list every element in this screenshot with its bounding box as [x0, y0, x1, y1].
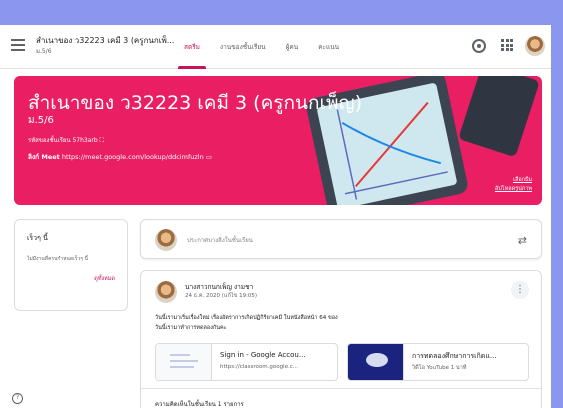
repost-icon[interactable]: ⇄	[518, 234, 527, 247]
meet-label: ลิงก์ Meet	[28, 153, 60, 161]
upcoming-card: เร็วๆ นี้ ไม่มีงานที่ครบกำหนดเร็วๆ นี้ ด…	[14, 219, 128, 311]
announcement-post: นางสาวกนกเพ็ญ งามชา 24 ธ.ค. 2020 (แก้ไข …	[140, 270, 542, 408]
upcoming-body: ไม่มีงานที่ครบกำหนดเร็วๆ นี้	[27, 256, 88, 262]
more-options-icon[interactable]: ⋮	[511, 281, 529, 299]
upload-photo-link[interactable]: อัปโหลดรูปภาพ	[495, 185, 532, 194]
gear-icon[interactable]	[472, 39, 486, 53]
help-icon[interactable]: ?	[12, 393, 23, 404]
post-text: วันนี้เรามาเริ่มเรื่องใหม่ เรื่องอัตรากา…	[155, 313, 338, 333]
announce-box[interactable]: ประกาศบางสิ่งในชั้นเรียน ⇄	[140, 219, 542, 259]
attachment-link[interactable]: Sign in - Google Accou... https://classr…	[155, 343, 338, 381]
fullscreen-icon[interactable]: ⛶	[100, 137, 104, 144]
class-comments-link[interactable]: ความคิดเห็นในชั้นเรียน 1 รายการ	[155, 399, 244, 408]
class-code[interactable]: รหัสของชั้นเรียน 57h3arb ⛶	[28, 135, 104, 145]
select-theme-link[interactable]: เลือกธีม	[495, 176, 532, 185]
upcoming-title: เร็วๆ นี้	[27, 234, 48, 242]
post-author: นางสาวกนกเพ็ญ งามชา	[185, 283, 254, 291]
announce-placeholder[interactable]: ประกาศบางสิ่งในชั้นเรียน	[187, 235, 253, 245]
attachment-video[interactable]: การทดลองศึกษาการเกิดแ... วิดีโอ YouTube …	[347, 343, 529, 381]
class-title[interactable]: สำเนาของ ว32223 เคมี 3 (ครูกนกเพ็...	[36, 34, 174, 47]
tab-bar: สตรีม งานของชั้นเรียน ผู้คน คะแนน	[174, 25, 349, 69]
banner-title: สำเนาของ ว32223 เคมี 3 (ครูกนกเพ็ญ)	[28, 92, 363, 114]
attachment-title: Sign in - Google Accou...	[220, 351, 306, 359]
account-avatar[interactable]	[525, 36, 545, 56]
post-date: 24 ธ.ค. 2020 (แก้ไข 19:05)	[185, 293, 258, 299]
class-banner: สำเนาของ ว32223 เคมี 3 (ครูกนกเพ็ญ) ม.5/…	[14, 76, 542, 205]
banner-section: ม.5/6	[28, 115, 54, 126]
apps-grid-icon[interactable]	[501, 39, 513, 51]
class-code-label: รหัสของชั้นเรียน	[28, 137, 71, 144]
post-line-2: วันนี้เรามาทำการทดลองกันคะ	[155, 325, 227, 331]
tab-people[interactable]: ผู้คน	[276, 25, 309, 69]
divider	[141, 388, 541, 389]
meet-link[interactable]: ลิงก์ Meet https://meet.google.com/looku…	[28, 152, 212, 162]
document-thumbnail	[156, 344, 212, 380]
meet-url[interactable]: https://meet.google.com/lookup/ddcimfuzl…	[62, 153, 204, 161]
video-thumbnail	[348, 344, 404, 380]
classroom-window: สำเนาของ ว32223 เคมี 3 (ครูกนกเพ็... ม.5…	[0, 25, 551, 408]
post-line-1: วันนี้เรามาเริ่มเรื่องใหม่ เรื่องอัตรากา…	[155, 315, 338, 321]
menu-icon[interactable]	[11, 39, 25, 51]
attachment-meta: วิดีโอ YouTube 1 นาที	[412, 365, 467, 371]
class-section: ม.5/6	[36, 48, 52, 55]
banner-theme-actions: เลือกธีม อัปโหลดรูปภาพ	[495, 176, 532, 194]
view-all-link[interactable]: ดูทั้งหมด	[94, 275, 115, 283]
tab-classwork[interactable]: งานของชั้นเรียน	[210, 25, 276, 69]
attachment-url: https://classroom.google.c...	[220, 364, 298, 370]
tab-grades[interactable]: คะแนน	[308, 25, 349, 69]
top-app-bar: สำเนาของ ว32223 เคมี 3 (ครูกนกเพ็... ม.5…	[0, 25, 551, 69]
class-code-value: 57h3arb	[72, 137, 98, 144]
share-avatar	[155, 229, 177, 251]
post-avatar	[155, 281, 177, 303]
video-camera-icon[interactable]: ▭	[206, 153, 212, 161]
tab-stream[interactable]: สตรีม	[174, 25, 210, 69]
calculator-illustration	[458, 76, 540, 158]
attachment-title: การทดลองศึกษาการเกิดแ...	[412, 352, 497, 360]
